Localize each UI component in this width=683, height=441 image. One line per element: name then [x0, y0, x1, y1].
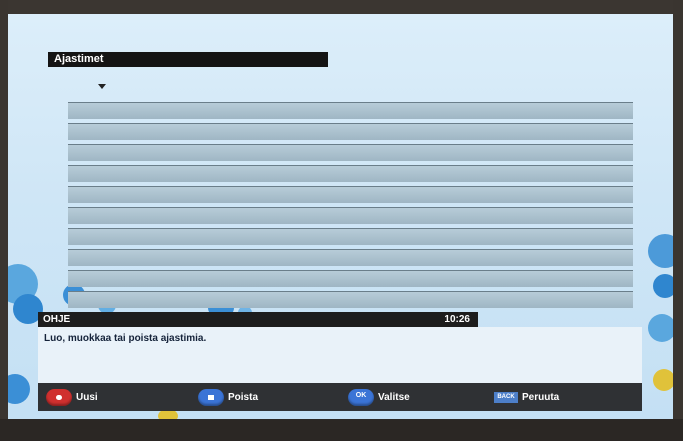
timer-row[interactable] [68, 207, 633, 224]
timer-row[interactable] [68, 186, 633, 203]
tv-bezel-top [0, 0, 683, 14]
ok-key-label: OK [355, 391, 367, 399]
timer-row[interactable] [68, 123, 633, 140]
decorative-bubble [8, 374, 30, 404]
timer-row[interactable] [68, 291, 633, 308]
cancel-button[interactable]: BACK Peruuta [494, 387, 559, 407]
clock: 10:26 [444, 314, 470, 325]
timer-row[interactable] [68, 102, 633, 119]
help-label: OHJE [43, 314, 71, 325]
down-arrow-icon [98, 84, 106, 89]
red-button-icon [46, 388, 72, 406]
timer-row[interactable] [68, 270, 633, 287]
tv-screen: Ajastimet OHJE 10:26 Luo, muokkaa tai po… [8, 14, 673, 419]
select-label: Valitse [378, 391, 410, 403]
timer-list [68, 102, 633, 312]
decorative-bubble [648, 314, 673, 342]
tv-bezel-left [0, 0, 8, 441]
select-button[interactable]: OK Valitse [348, 387, 410, 407]
decorative-bubble [653, 369, 673, 391]
help-panel: Luo, muokkaa tai poista ajastimia. [38, 327, 642, 383]
timer-row[interactable] [68, 165, 633, 182]
back-button-icon: BACK [494, 391, 518, 403]
help-text: Luo, muokkaa tai poista ajastimia. [44, 333, 207, 344]
help-header: OHJE 10:26 [38, 312, 478, 327]
new-label: Uusi [76, 391, 98, 403]
cancel-label: Peruuta [522, 391, 560, 403]
tv-bezel-right [673, 0, 683, 441]
page-title: Ajastimet [48, 52, 328, 67]
delete-label: Poista [228, 391, 259, 403]
button-bar: Uusi Poista OK Valitse BACK Peruuta [38, 383, 642, 411]
timer-row[interactable] [68, 144, 633, 161]
new-timer-button[interactable]: Uusi [46, 387, 98, 407]
timer-row[interactable] [68, 228, 633, 245]
timer-row[interactable] [68, 249, 633, 266]
blue-button-icon [198, 388, 224, 406]
ok-button-icon: OK [348, 388, 374, 406]
decorative-bubble [653, 274, 673, 298]
delete-timer-button[interactable]: Poista [198, 387, 258, 407]
decorative-bubble [648, 234, 673, 268]
tv-bezel-bottom [0, 419, 683, 441]
